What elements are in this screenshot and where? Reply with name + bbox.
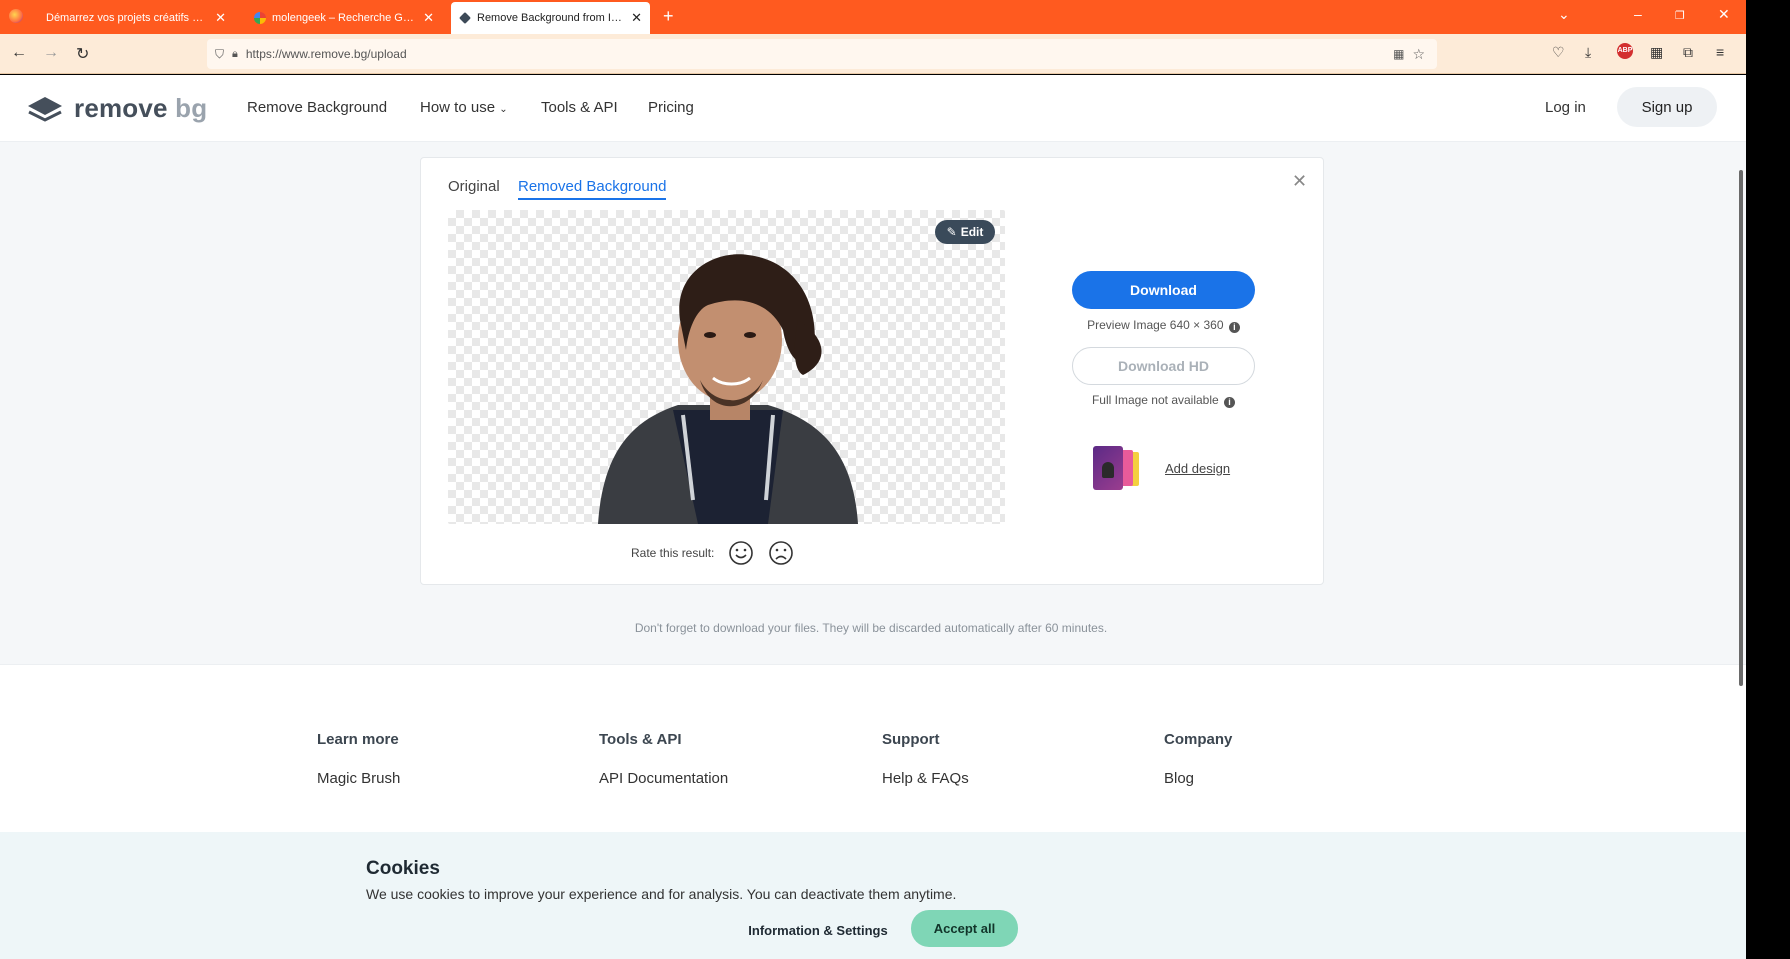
forward-icon[interactable]: → [43,44,59,62]
nav-tools-api[interactable]: Tools & API [541,99,618,116]
design-thumbnails [1093,446,1157,490]
removebg-favicon-icon [459,12,471,24]
info-icon[interactable]: i [1224,397,1236,408]
shield-icon[interactable]: ⛉ [215,47,224,62]
nav-pricing[interactable]: Pricing [648,99,694,116]
browser-tab-bar: Démarrez vos projets créatifs et télé ✕ … [0,0,1746,34]
footer-link[interactable]: Magic Brush [317,770,400,787]
browser-nav-bar: ← → ↻ ⛉ 🔒︎ https://www.remove.bg/upload … [0,34,1746,74]
cookie-title: Cookies [366,858,440,879]
close-tab-icon[interactable]: ✕ [423,10,434,26]
preview-image-note: Preview Image 640 × 360 i [1072,318,1255,333]
logo-word-main: remove [74,93,168,123]
new-tab-icon[interactable]: + [663,6,674,27]
rate-result: Rate this result: [631,540,794,566]
footer-heading: Company [1164,731,1233,748]
download-hd-button[interactable]: Download HD [1072,347,1255,385]
removebg-logo-icon [28,96,62,122]
full-image-note: Full Image not available i [1072,393,1255,408]
download-button[interactable]: Download [1072,271,1255,309]
login-link[interactable]: Log in [1545,99,1586,116]
reload-icon[interactable]: ↻ [76,44,89,64]
extensions-icon[interactable]: ⧉ [1683,44,1693,61]
pencil-icon: ✎ [946,225,957,239]
bookmark-star-icon[interactable]: ☆ [1412,46,1425,63]
lock-icon[interactable]: 🔒︎ [232,48,238,61]
footer-column: Learn more Magic Brush [317,731,400,787]
full-note-text: Full Image not available [1091,393,1219,407]
tab-removed-background[interactable]: Removed Background [518,178,667,200]
footer-link[interactable]: API Documentation [599,770,728,787]
preview-note-text: Preview Image 640 × 360 [1087,318,1224,332]
downloads-icon[interactable]: ⤓ [1585,44,1591,61]
browser-tab-active[interactable]: Remove Background from Imag ✕ [451,2,650,34]
footer-link[interactable]: Blog [1164,770,1232,787]
cookie-settings-button[interactable]: Information & Settings [730,917,906,943]
pocket-icon[interactable]: ♡ [1552,44,1565,61]
url-bar[interactable]: ⛉ 🔒︎ https://www.remove.bg/upload ▦ ☆ [207,39,1437,69]
smiley-icon[interactable] [728,540,754,566]
logo-word-suffix: bg [175,93,208,123]
result-card: Original Removed Background ✕ ✎ Edit Rat… [420,157,1324,585]
signup-button[interactable]: Sign up [1617,87,1717,127]
rate-label: Rate this result: [631,546,715,560]
footer-column: Support Help & FAQs [882,731,969,787]
page-viewport: remove bg Remove Background How to use ⌄… [0,75,1746,959]
discard-notice: Don't forget to download your files. The… [634,621,1108,635]
accept-all-button[interactable]: Accept all [911,910,1018,947]
restore-icon[interactable]: ❐ [1675,9,1685,22]
close-tab-icon[interactable]: ✕ [631,10,642,26]
nav-how-to-use-label: How to use [420,99,496,116]
info-icon[interactable]: i [1228,322,1240,333]
footer-heading: Learn more [317,731,399,748]
minimize-icon[interactable]: – [1634,6,1642,22]
cutout-person-image [598,254,858,524]
add-design-label: Add design [1165,460,1231,476]
qr-code-icon[interactable]: ▦ [1393,47,1404,61]
tab-original[interactable]: Original [448,178,500,195]
frown-icon[interactable] [768,540,794,566]
removebg-logo[interactable]: remove bg [26,93,207,124]
qr-extension-icon[interactable]: ▦ [1650,44,1663,61]
footer-link[interactable]: Help & FAQs [882,770,969,787]
tab-title: Démarrez vos projets créatifs et télé [46,12,210,24]
logo-wordmark: remove bg [74,93,207,124]
browser-tab[interactable]: Démarrez vos projets créatifs et télé ✕ [38,3,234,33]
url-text[interactable]: https://www.remove.bg/upload [246,47,407,61]
list-tabs-icon[interactable]: ⌄ [1558,6,1570,23]
back-icon[interactable]: ← [11,44,27,62]
footer-column: Company Blog [1164,731,1232,787]
close-tab-icon[interactable]: ✕ [215,10,226,26]
site-header: remove bg Remove Background How to use ⌄… [0,75,1746,142]
close-icon[interactable]: ✕ [1292,171,1307,192]
add-design-link[interactable]: Add design [1093,446,1230,490]
menu-icon[interactable]: ≡ [1716,44,1724,60]
result-preview-image: ✎ Edit [448,210,1005,524]
tab-title: Remove Background from Imag [477,12,626,24]
close-window-icon[interactable]: ✕ [1718,6,1730,23]
adblock-icon[interactable]: ABP [1617,43,1633,59]
footer-column: Tools & API API Documentation [599,731,728,787]
right-black-margin [1746,75,1790,959]
browser-tab[interactable]: molengeek – Recherche Google ✕ [246,3,442,33]
edit-button[interactable]: ✎ Edit [935,220,995,244]
nav-how-to-use[interactable]: How to use ⌄ [420,99,508,116]
cookie-text: We use cookies to improve your experienc… [366,886,957,902]
firefox-icon[interactable] [9,9,23,23]
footer-heading: Tools & API [599,731,682,748]
edit-button-label: Edit [960,225,984,239]
google-icon [254,12,266,24]
footer-heading: Support [882,731,940,748]
nav-remove-background[interactable]: Remove Background [247,99,387,116]
chevron-down-icon: ⌄ [499,104,508,115]
tab-title: molengeek – Recherche Google [272,12,418,24]
cookie-banner: Cookies We use cookies to improve your e… [0,832,1746,959]
page-scrollbar[interactable] [1739,170,1743,686]
